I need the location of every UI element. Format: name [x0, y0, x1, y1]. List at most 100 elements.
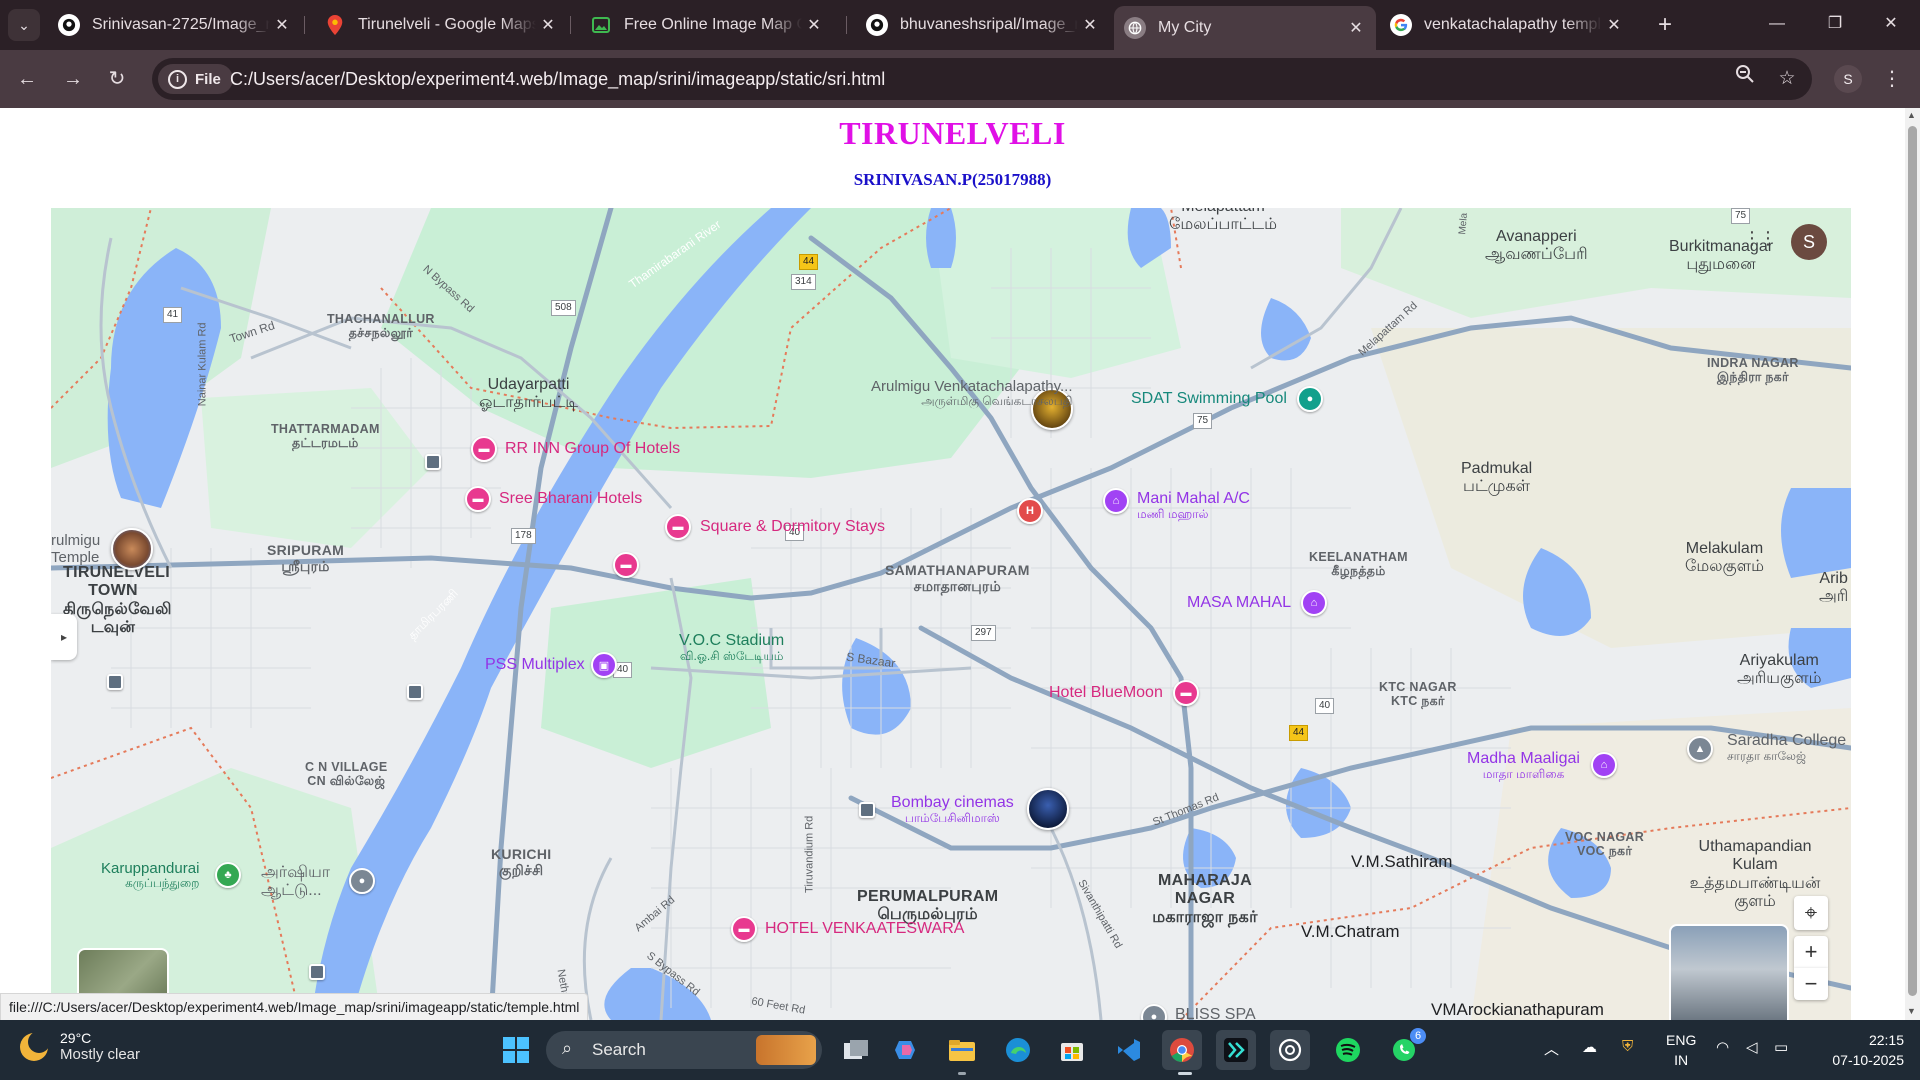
my-location-button[interactable]: ⌖	[1794, 896, 1828, 930]
street-view-thumbnail[interactable]	[1669, 924, 1789, 1020]
address-bar[interactable]: i File C:/Users/acer/Desktop/experiment4…	[152, 58, 1812, 100]
volume-icon[interactable]: ◁	[1746, 1038, 1758, 1056]
zoom-out-button[interactable]: −	[1794, 968, 1828, 1000]
task-view-icon[interactable]	[836, 1030, 876, 1070]
windows-start-icon[interactable]	[496, 1030, 536, 1070]
close-tab-icon[interactable]: ✕	[1344, 18, 1368, 38]
park-pin-icon[interactable]: ♣	[215, 862, 241, 888]
close-tab-icon[interactable]: ✕	[270, 15, 294, 35]
poi-pss-multiplex[interactable]: PSS Multiplex	[485, 656, 585, 674]
spotify-icon[interactable]	[1328, 1030, 1368, 1070]
place-pin-icon[interactable]: ●	[349, 868, 375, 894]
copilot-icon[interactable]	[886, 1030, 926, 1070]
hotel-pin-icon[interactable]: ▬	[471, 436, 497, 462]
onedrive-icon[interactable]: ☁	[1582, 1038, 1597, 1056]
wifi-icon[interactable]: ◠	[1716, 1038, 1729, 1056]
language-indicator[interactable]: ENG IN	[1666, 1030, 1696, 1070]
weather-widget[interactable]: 29°C Mostly clear	[20, 1030, 140, 1063]
edge-icon[interactable]	[998, 1030, 1038, 1070]
poi-bliss-spa[interactable]: BLISS SPA	[1175, 1006, 1256, 1020]
map-account-avatar[interactable]: S	[1791, 224, 1827, 260]
poi-arshiya[interactable]: அர்ஷியா ஆட்டு...	[261, 864, 330, 901]
poi-sree-bharani[interactable]: Sree Bharani Hotels	[499, 490, 642, 508]
poi-voc-stadium[interactable]: V.O.C Stadium வி.ஓ.சி ஸ்டேடியம்	[679, 632, 784, 664]
restore-button[interactable]: ❐	[1806, 0, 1864, 48]
venue-pin-icon[interactable]: ⌂	[1591, 752, 1617, 778]
place-udayarpatti: Udayarpatti ஓடாதார்பட்டி	[479, 376, 579, 412]
close-tab-icon[interactable]: ✕	[802, 15, 826, 35]
poi-bombay-cinemas[interactable]: Bombay cinemas பாம்பேசினிமாஸ்	[891, 794, 1014, 826]
url-text[interactable]: C:/Users/acer/Desktop/experiment4.web/Im…	[230, 58, 885, 100]
minimize-button[interactable]: —	[1748, 0, 1806, 48]
tab-google-maps[interactable]: Tirunelveli - Google Maps ✕	[314, 6, 568, 44]
show-hidden-icons-chevron-icon[interactable]: ︿	[1544, 1038, 1559, 1059]
hotel-pin-icon[interactable]: ▬	[1173, 680, 1199, 706]
system-clock[interactable]: 22:15 07-10-2025	[1780, 1030, 1904, 1070]
school-pin-icon[interactable]: ▲	[1687, 736, 1713, 762]
poi-arulmigu-left[interactable]: rulmigu Temple	[51, 532, 100, 567]
new-tab-button[interactable]: +	[1650, 10, 1680, 40]
zoom-in-button[interactable]: +	[1794, 936, 1828, 968]
scrollbar-thumb[interactable]	[1908, 126, 1917, 996]
notification-badge: 6	[1410, 1028, 1426, 1044]
tab-github-bhuvanesh[interactable]: bhuvaneshsripal/Image_ma ✕	[856, 6, 1110, 44]
page-content: TIRUNELVELI SRINIVASAN.P(25017988) 44 31…	[0, 108, 1905, 1020]
forward-button[interactable]: →	[58, 64, 88, 94]
hotel-pin-icon[interactable]: ▬	[613, 552, 639, 578]
cinema-photo-marker[interactable]	[1027, 788, 1069, 830]
swimming-pool-pin-icon[interactable]: ●	[1297, 386, 1323, 412]
whatsapp-icon[interactable]: 6	[1384, 1028, 1426, 1070]
profile-avatar[interactable]: S	[1834, 65, 1862, 93]
apps-grid-icon[interactable]: ⋮⋮	[1743, 228, 1777, 249]
poi-saradha-college[interactable]: Saradha College சாரதா காலேஜ்	[1727, 732, 1846, 764]
chatgpt-icon[interactable]	[1270, 1030, 1310, 1070]
file-explorer-icon[interactable]	[942, 1030, 982, 1070]
vscode-icon[interactable]	[1108, 1030, 1148, 1070]
area-maharaja-nagar: MAHARAJA NAGAR மகாராஜா நகர்	[1152, 872, 1258, 926]
site-info-chip[interactable]: i File	[158, 64, 233, 94]
poi-madha-maaligai[interactable]: Madha Maaligai மாதா மாளிகை	[1467, 750, 1580, 782]
hotel-pin-icon[interactable]: ▬	[665, 514, 691, 540]
tab-my-city[interactable]: My City ✕	[1114, 6, 1376, 50]
browser-menu-icon[interactable]: ⋮	[1880, 64, 1904, 94]
hotel-pin-icon[interactable]: ▬	[465, 486, 491, 512]
tab-search-button[interactable]: ⌄	[8, 9, 40, 41]
temple-photo-marker[interactable]	[111, 528, 153, 570]
map-sidebar-toggle[interactable]: ▸	[51, 614, 77, 660]
chrome-icon[interactable]	[1162, 1030, 1202, 1070]
hospital-pin-icon[interactable]: H	[1017, 498, 1043, 524]
poi-hotel-bluemoon[interactable]: Hotel BlueMoon	[1049, 684, 1163, 702]
reload-button[interactable]: ↻	[102, 64, 132, 94]
back-button[interactable]: ←	[12, 64, 42, 94]
poi-hotel-venkateswara[interactable]: HOTEL VENKAATESWARA	[765, 920, 964, 938]
tab-venkatachalapathy[interactable]: venkatachalapathy temple ✕	[1380, 6, 1634, 44]
microsoft-store-icon[interactable]	[1052, 1030, 1092, 1070]
taskbar-search[interactable]: ⌕ Search	[546, 1031, 822, 1069]
poi-mani-mahal[interactable]: Mani Mahal A/C மணி மஹால்	[1137, 490, 1250, 522]
tab-image-map-generator[interactable]: Free Online Image Map Ge ✕	[580, 6, 834, 44]
poi-square-dormitory[interactable]: Square & Dormitory Stays	[700, 518, 885, 536]
poi-arulmigu-temple[interactable]: Arulmigu Venkatachalapathy... அருள்மிகு வ…	[871, 378, 1073, 409]
app-icon[interactable]	[1216, 1030, 1256, 1070]
tab-title: Free Online Image Map Ge	[624, 16, 802, 33]
close-tab-icon[interactable]: ✕	[1078, 15, 1102, 35]
page-scrollbar[interactable]: ▲ ▼	[1905, 108, 1920, 1020]
venue-pin-icon[interactable]: ⌂	[1103, 488, 1129, 514]
close-tab-icon[interactable]: ✕	[1602, 15, 1626, 35]
scroll-down-arrow-icon[interactable]: ▼	[1907, 1006, 1916, 1016]
poi-masa-mahal[interactable]: MASA MAHAL	[1187, 594, 1291, 612]
zoom-icon[interactable]	[1730, 64, 1760, 94]
cinema-pin-icon[interactable]: ▣	[591, 652, 617, 678]
tab-github-srinivasan[interactable]: Srinivasan-2725/Image_ma ✕	[48, 6, 302, 44]
close-tab-icon[interactable]: ✕	[536, 15, 560, 35]
bookmark-star-icon[interactable]: ☆	[1772, 64, 1802, 94]
scroll-up-arrow-icon[interactable]: ▲	[1907, 110, 1916, 120]
close-window-button[interactable]: ✕	[1862, 0, 1920, 48]
security-shield-icon[interactable]: ⛨	[1622, 1038, 1633, 1055]
poi-sdat-pool[interactable]: SDAT Swimming Pool	[1131, 390, 1287, 408]
poi-karuppandurai[interactable]: Karuppandurai கருப்பந்துறை	[101, 860, 199, 891]
poi-rr-inn[interactable]: RR INN Group Of Hotels	[505, 440, 680, 458]
hotel-pin-icon[interactable]: ▬	[731, 916, 757, 942]
city-image-map[interactable]: 44 314 508 41 178 40 40 297 75 75 40 44 …	[51, 208, 1851, 1020]
venue-pin-icon[interactable]: ⌂	[1301, 590, 1327, 616]
